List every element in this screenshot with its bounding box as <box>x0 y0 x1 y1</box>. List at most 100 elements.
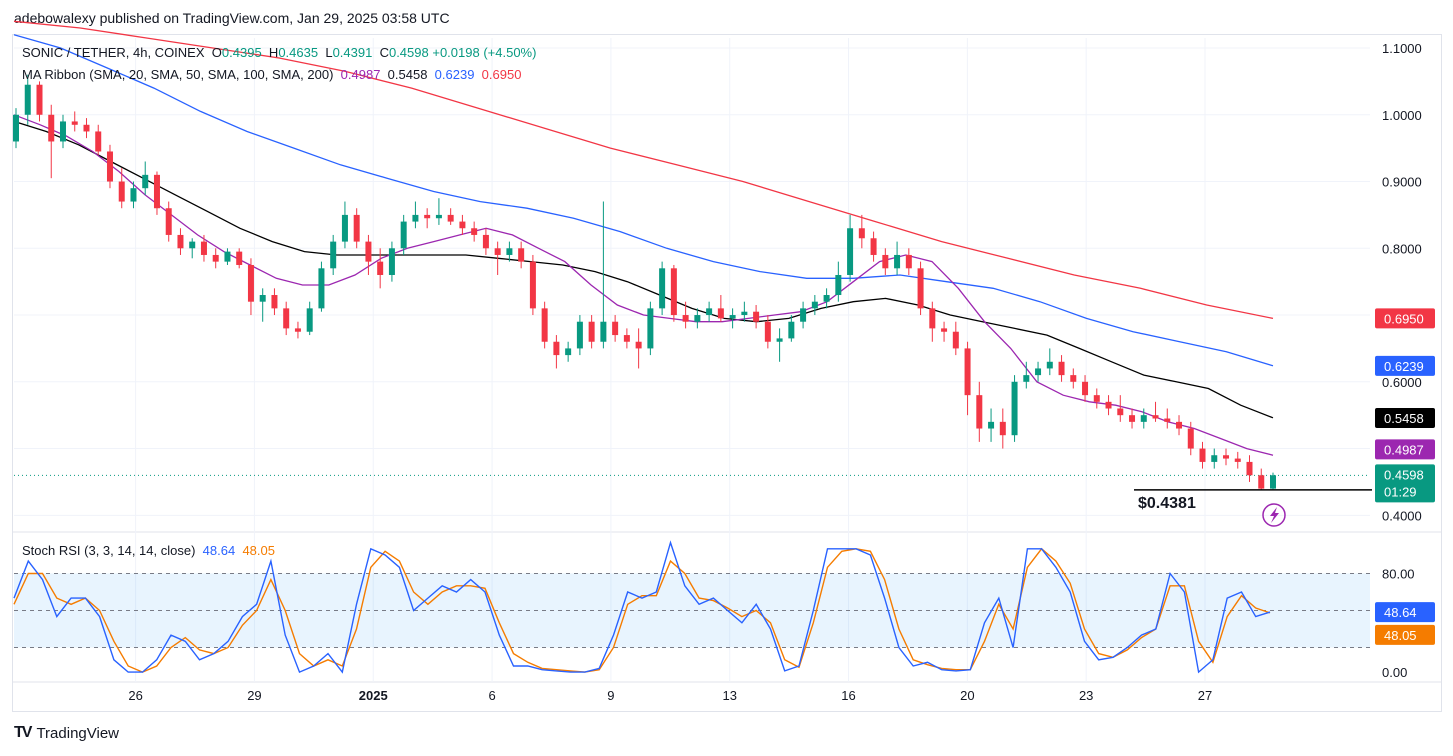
candle <box>247 258 254 316</box>
ma100-line <box>13 34 1274 367</box>
candle-body <box>48 114 55 142</box>
candle <box>647 301 654 356</box>
candle <box>1011 375 1018 442</box>
candle-body <box>447 214 454 222</box>
candle-body <box>823 295 830 302</box>
candle <box>142 161 149 195</box>
candle <box>565 341 572 362</box>
candle-body <box>858 228 865 239</box>
candle <box>529 254 536 316</box>
candle-body <box>318 268 325 309</box>
candle-body <box>1176 421 1183 429</box>
ma-ribbon-legend: MA Ribbon (SMA, 20, SMA, 50, SMA, 100, S… <box>22 67 521 82</box>
candle-body <box>95 131 102 152</box>
candle <box>964 341 971 416</box>
price-axis-label-text: 0.6950 <box>1384 311 1424 326</box>
candle-body <box>424 214 431 219</box>
candle <box>283 301 290 336</box>
candle <box>1058 355 1065 382</box>
time-tick-label: 23 <box>1079 688 1093 703</box>
candle-body <box>541 308 548 342</box>
candle-body <box>341 214 348 242</box>
candle <box>1093 388 1100 409</box>
candle-body <box>553 341 560 356</box>
candle <box>999 408 1006 449</box>
price-tick-label: 0.8000 <box>1382 241 1422 256</box>
candle-body <box>753 311 760 322</box>
candle <box>200 234 207 262</box>
candle <box>576 315 583 356</box>
candle-body <box>283 308 290 329</box>
candle-body <box>788 321 795 339</box>
price-axis-label-text: 0.4598 <box>1384 467 1424 482</box>
candle-body <box>377 261 384 275</box>
candle-body <box>670 268 677 316</box>
time-tick-label: 26 <box>128 688 142 703</box>
candle-body <box>1258 475 1265 489</box>
price-axis-label-text: 0.4987 <box>1384 442 1424 457</box>
candle <box>424 208 431 229</box>
candle <box>612 315 619 342</box>
candle-body <box>83 124 90 132</box>
candle <box>165 201 172 242</box>
candle <box>259 288 266 322</box>
candle-body <box>1270 475 1276 489</box>
candle-body <box>1093 395 1100 402</box>
candle <box>471 221 478 242</box>
close-value: 0.4598 <box>388 45 429 60</box>
ma20-line <box>13 114 1274 456</box>
candle-body <box>24 84 31 115</box>
candle <box>412 201 419 229</box>
support-label: $0.4381 <box>1138 495 1196 512</box>
candle <box>153 171 160 215</box>
candle <box>870 231 877 262</box>
price-tick-label: 1.0000 <box>1382 108 1422 123</box>
candle-body <box>1246 461 1253 476</box>
candle-body <box>847 228 854 275</box>
candle <box>212 248 219 269</box>
candle-body <box>647 308 654 349</box>
candle-body <box>741 311 748 316</box>
candle <box>341 201 348 249</box>
candle <box>118 168 125 209</box>
candle-body <box>200 241 207 255</box>
candle-body <box>565 348 572 356</box>
candle-body <box>929 308 936 329</box>
price-axis-label-text: 0.5458 <box>1384 411 1424 426</box>
countdown-label: 01:29 <box>1384 484 1417 499</box>
rsi-tick-label: 0.00 <box>1382 665 1407 680</box>
candle <box>976 381 983 442</box>
candle-body <box>905 254 912 269</box>
candle <box>800 301 807 329</box>
candle <box>682 301 689 329</box>
candle-body <box>142 174 149 189</box>
candle <box>318 261 325 312</box>
price-tick-label: 0.4000 <box>1382 508 1422 523</box>
rsi-tick-label: 80.00 <box>1382 566 1415 581</box>
chart-svg[interactable]: 1.10001.00000.90000.80000.70000.60000.50… <box>0 0 1453 756</box>
candle <box>1105 395 1112 416</box>
candle-body <box>13 114 19 142</box>
candle <box>988 408 995 442</box>
candle-body <box>1187 428 1194 449</box>
candle-body <box>941 328 948 332</box>
candle <box>1234 451 1241 469</box>
candle-body <box>259 295 266 302</box>
candle-body <box>106 151 113 182</box>
high-value: 0.4635 <box>278 45 319 60</box>
candle-body <box>1199 448 1206 462</box>
candle <box>847 214 854 282</box>
candle-body <box>917 268 924 309</box>
candle-body <box>729 315 736 319</box>
candle <box>858 214 865 249</box>
candle <box>729 308 736 329</box>
candle <box>1152 401 1159 422</box>
candle <box>823 288 830 309</box>
candle-body <box>400 221 407 249</box>
candle-body <box>976 395 983 429</box>
candle <box>1117 395 1124 422</box>
price-tick-label: 0.6000 <box>1382 375 1422 390</box>
tradingview-logo[interactable]: TV TradingView <box>14 724 119 742</box>
candle-body <box>271 295 278 309</box>
time-tick-label: 29 <box>247 688 261 703</box>
